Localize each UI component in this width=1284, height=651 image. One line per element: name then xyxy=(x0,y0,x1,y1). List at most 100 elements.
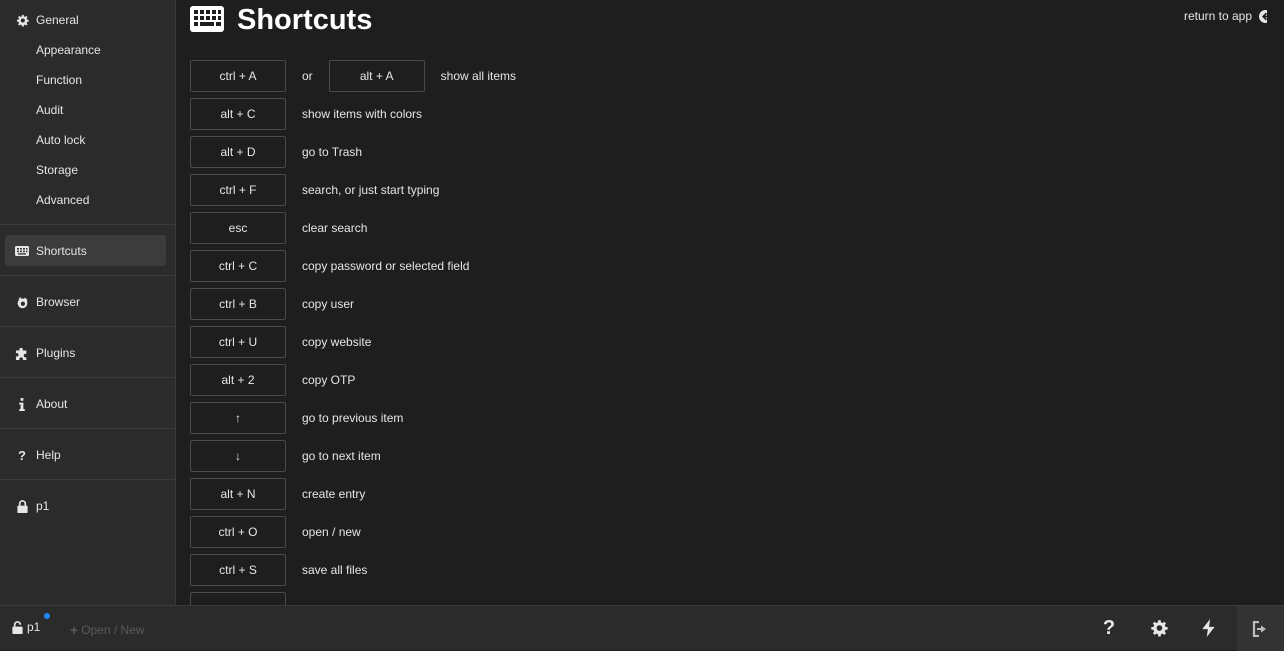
shortcut-key: ctrl + U xyxy=(190,326,286,358)
page-title: Shortcuts xyxy=(237,4,373,36)
footer-help-button[interactable]: ? xyxy=(1098,617,1120,639)
sidebar-divider xyxy=(0,377,176,378)
sidebar-item-about[interactable]: About xyxy=(0,389,176,419)
shortcut-row xyxy=(190,592,302,605)
sidebar-item-browser[interactable]: Browser xyxy=(0,287,176,317)
shortcut-row: esc clear search xyxy=(190,212,367,244)
shortcut-description: search, or just start typing xyxy=(302,183,440,197)
sign-out-icon xyxy=(1252,620,1266,637)
return-label: return to app xyxy=(1183,9,1252,23)
sidebar-item-label: Browser xyxy=(36,295,81,309)
shortcut-row: ctrl + U copy website xyxy=(190,326,371,358)
puzzle-icon xyxy=(15,346,29,360)
shortcut-key xyxy=(190,592,286,605)
shortcut-key: ↓ xyxy=(190,440,286,472)
sidebar-item-label: Function xyxy=(36,73,83,87)
shortcut-key: alt + N xyxy=(190,478,286,510)
sidebar-item-label: Help xyxy=(36,448,61,462)
shortcut-row: ctrl + C copy password or selected field xyxy=(190,250,469,282)
shortcut-description: go to Trash xyxy=(302,145,363,159)
shortcut-key: ↑ xyxy=(190,402,286,434)
sidebar-item-label: Appearance xyxy=(36,43,101,57)
shortcut-key: ctrl + S xyxy=(190,554,286,586)
shortcut-key: ctrl + B xyxy=(190,288,286,320)
sidebar-item-function[interactable]: Function xyxy=(0,65,176,95)
shortcut-row: alt + C show items with colors xyxy=(190,98,422,130)
sidebar-item-general[interactable]: General xyxy=(0,5,176,35)
sidebar-item-storage[interactable]: Storage xyxy=(0,155,176,185)
shortcut-description: go to previous item xyxy=(302,411,404,425)
sidebar-item-shortcuts[interactable]: Shortcuts xyxy=(0,235,176,266)
shortcut-row: ctrl + F search, or just start typing xyxy=(190,174,439,206)
lock-icon xyxy=(15,499,29,513)
or-label: or xyxy=(302,69,313,83)
sidebar-item-label: p1 xyxy=(36,499,50,513)
sidebar-item-label: Storage xyxy=(36,163,79,177)
scrollbar[interactable] xyxy=(1267,0,1284,605)
keyboard-icon xyxy=(15,244,29,258)
shortcut-key: ctrl + F xyxy=(190,174,286,206)
open-new-button[interactable]: + Open / New xyxy=(70,622,145,638)
sidebar-item-label: Audit xyxy=(36,103,64,117)
shortcut-description: copy user xyxy=(302,297,355,311)
shortcut-key: ctrl + A xyxy=(190,60,286,92)
footer-settings-button[interactable] xyxy=(1148,617,1170,639)
gear-icon xyxy=(15,13,29,27)
sidebar-divider xyxy=(0,224,176,225)
footer-generator-button[interactable] xyxy=(1198,617,1220,639)
info-icon xyxy=(15,397,29,411)
shortcut-key: alt + C xyxy=(190,98,286,130)
sidebar-divider xyxy=(0,275,176,276)
bolt-icon xyxy=(1202,619,1215,637)
unsaved-indicator xyxy=(44,613,50,619)
shortcut-description: clear search xyxy=(302,221,368,235)
shortcut-row: ctrl + B copy user xyxy=(190,288,354,320)
sidebar-item-label: About xyxy=(36,397,68,411)
sidebar-item-auto-lock[interactable]: Auto lock xyxy=(0,125,176,155)
gear-icon xyxy=(1151,620,1168,637)
return-to-app-button[interactable]: return to app xyxy=(1184,9,1267,23)
question-icon: ? xyxy=(18,447,26,463)
shortcut-row: alt + 2 copy OTP xyxy=(190,364,355,396)
shortcut-row: ctrl + A or alt + A show all items xyxy=(190,60,516,92)
shortcut-description: open / new xyxy=(302,525,361,539)
sidebar-item-appearance[interactable]: Appearance xyxy=(0,35,176,65)
shortcut-description: create entry xyxy=(302,487,366,501)
shortcut-row: alt + N create entry xyxy=(190,478,365,510)
unlock-icon xyxy=(12,620,23,634)
keyboard-icon xyxy=(190,6,224,32)
shortcut-description: show all items xyxy=(440,69,517,83)
sidebar-item-audit[interactable]: Audit xyxy=(0,95,176,125)
shortcut-row: ↓ go to next item xyxy=(190,440,381,472)
shortcut-description: save all files xyxy=(302,563,368,577)
sidebar-item-label: Shortcuts xyxy=(36,243,87,258)
shortcut-row: ↑ go to previous item xyxy=(190,402,403,434)
sidebar-item-label: Auto lock xyxy=(36,133,86,147)
arrow-left-circle-icon xyxy=(1259,9,1267,23)
sidebar-item-label: Plugins xyxy=(36,346,76,360)
shortcut-description: go to next item xyxy=(302,449,381,463)
sidebar-item-plugins[interactable]: Plugins xyxy=(0,338,176,368)
shortcut-alt-key: alt + A xyxy=(328,60,425,92)
shortcut-key: ctrl + O xyxy=(190,516,286,548)
shortcut-description: show items with colors xyxy=(302,107,423,121)
firefox-icon xyxy=(15,295,29,309)
footer-file-item[interactable]: p1 xyxy=(12,620,40,634)
shortcut-description: copy password or selected field xyxy=(302,259,470,273)
sidebar-item-advanced[interactable]: Advanced xyxy=(0,185,176,215)
sidebar-item-help[interactable]: ? Help xyxy=(0,440,176,470)
sidebar-item-file[interactable]: p1 xyxy=(0,491,176,521)
sidebar-divider xyxy=(0,326,176,327)
footer-lock-button[interactable] xyxy=(1237,606,1284,651)
sidebar-divider xyxy=(0,428,176,429)
shortcut-key: ctrl + C xyxy=(190,250,286,282)
shortcut-row: ctrl + O open / new xyxy=(190,516,361,548)
footer-file-name: p1 xyxy=(27,620,41,634)
shortcut-row: alt + D go to Trash xyxy=(190,136,362,168)
shortcut-description: copy website xyxy=(302,335,372,349)
open-new-label: Open / New xyxy=(81,623,145,637)
sidebar-divider xyxy=(0,479,176,480)
question-icon: ? xyxy=(1102,616,1116,639)
shortcuts-page: Shortcuts return to app ctrl + A or alt + … xyxy=(177,0,1267,605)
shortcut-description: copy OTP xyxy=(302,373,356,387)
